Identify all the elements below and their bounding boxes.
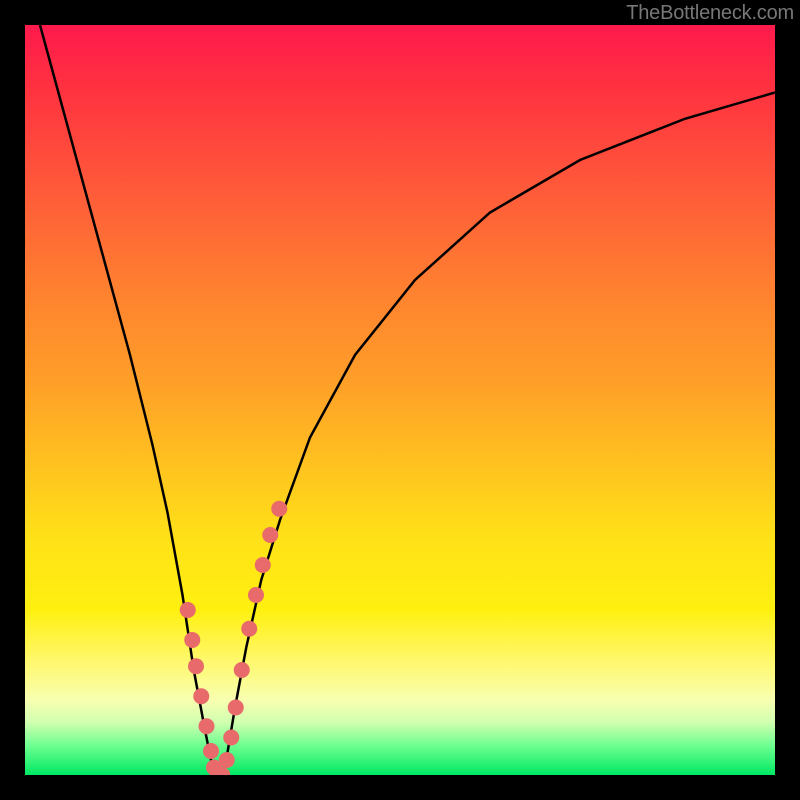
data-point (199, 718, 215, 734)
data-point (193, 688, 209, 704)
data-point (271, 501, 287, 517)
chart-frame: TheBottleneck.com (0, 0, 800, 800)
data-point (228, 700, 244, 716)
data-point (219, 752, 235, 768)
data-point (262, 527, 278, 543)
data-point (234, 662, 250, 678)
chart-svg (25, 25, 775, 775)
data-point (184, 632, 200, 648)
data-points (180, 501, 288, 775)
data-point (248, 587, 264, 603)
data-point (255, 557, 271, 573)
data-point (188, 658, 204, 674)
watermark-text: TheBottleneck.com (626, 2, 794, 25)
data-point (223, 730, 239, 746)
bottleneck-curve (40, 25, 775, 775)
data-point (241, 621, 257, 637)
data-point (203, 743, 219, 759)
plot-area (25, 25, 775, 775)
data-point (180, 602, 196, 618)
